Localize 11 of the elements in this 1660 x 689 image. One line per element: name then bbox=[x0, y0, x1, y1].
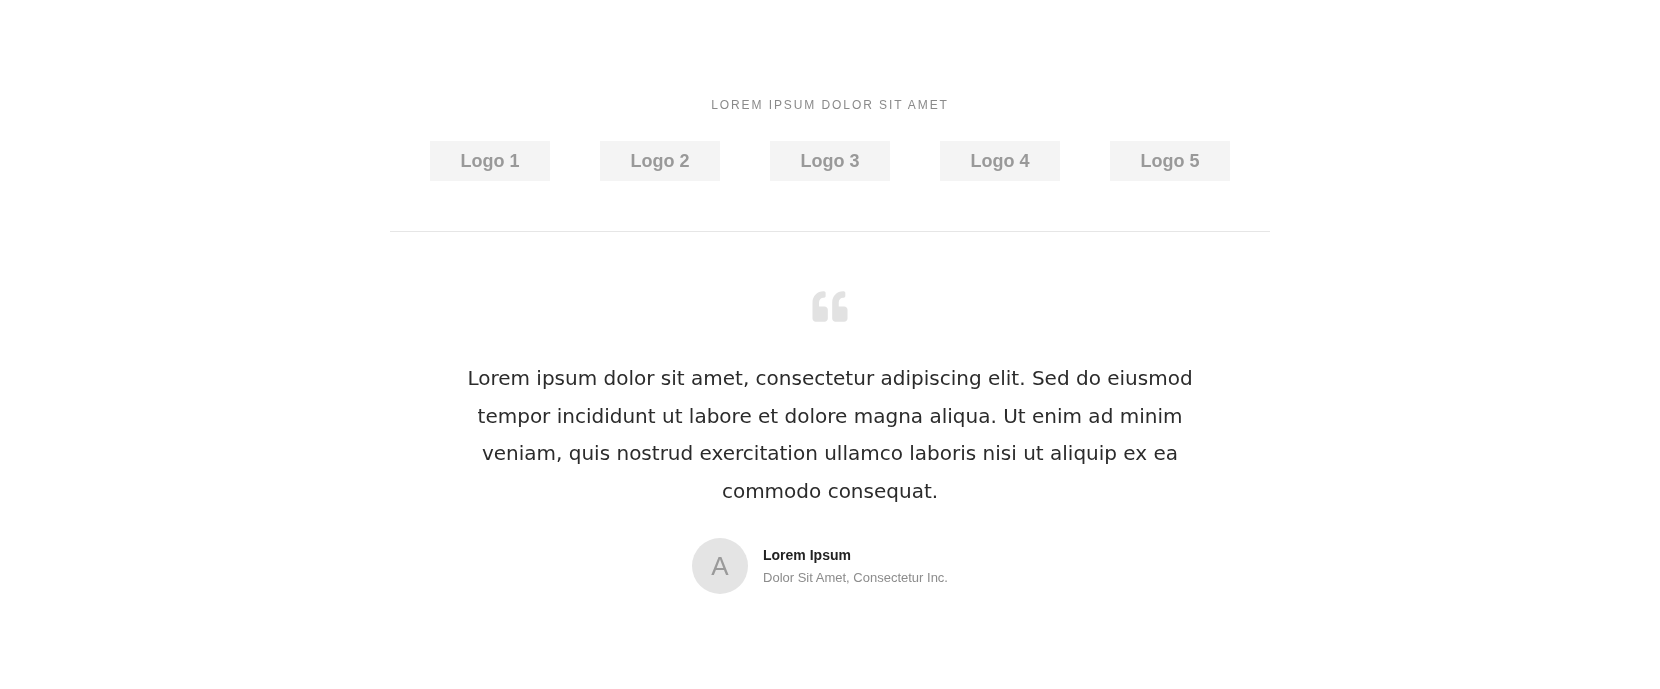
logo-tile: Logo 1 bbox=[430, 141, 550, 181]
quote-icon bbox=[810, 289, 850, 324]
testimonial-quote: Lorem ipsum dolor sit amet, consectetur adipiscing elit. Sed do eiusmod tempor incididunt ut labore et dolore magna aliqua. Ut enim ad minim veniam, quis nostrud exercitation ullamco laboris nisi ut aliquip ex ea commodo consequat. bbox=[466, 365, 1194, 505]
logo-tile: Logo 4 bbox=[940, 141, 1060, 181]
avatar-initial: A bbox=[692, 538, 748, 594]
logo-tile: Logo 2 bbox=[600, 141, 720, 181]
logo-tile: Logo 5 bbox=[1110, 141, 1230, 181]
author-title: Dolor Sit Amet, Consectetur Inc. bbox=[763, 570, 948, 586]
logo-tile: Logo 3 bbox=[770, 141, 890, 181]
author-name: Lorem Ipsum bbox=[763, 546, 852, 564]
section-label: LOREM IPSUM DOLOR SIT AMET bbox=[711, 97, 949, 113]
